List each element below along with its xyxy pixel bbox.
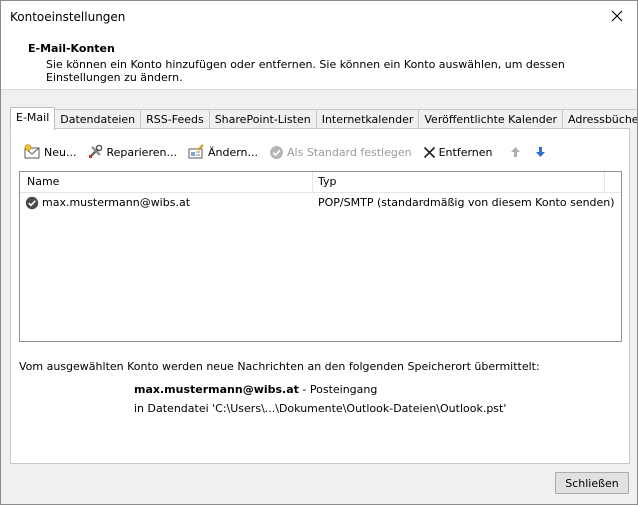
email-tab-panel: Neu... Reparieren... Ändern... Als Stand… bbox=[10, 128, 630, 464]
new-account-button[interactable]: Neu... bbox=[20, 142, 80, 162]
set-default-button[interactable]: Als Standard festlegen bbox=[265, 142, 416, 162]
tab-email[interactable]: E-Mail bbox=[10, 107, 56, 130]
header-title: E-Mail-Konten bbox=[28, 42, 115, 55]
close-window-button[interactable] bbox=[603, 4, 631, 28]
tab-published-calendars[interactable]: Veröffentlichte Kalender bbox=[418, 109, 563, 129]
remove-account-button[interactable]: Entfernen bbox=[419, 142, 497, 162]
change-account-button[interactable]: Ändern... bbox=[184, 142, 262, 162]
title-bar: Kontoeinstellungen bbox=[1, 1, 637, 31]
arrow-down-icon bbox=[535, 147, 545, 157]
delivery-account: max.mustermann@wibs.at bbox=[134, 383, 299, 396]
move-up-button[interactable] bbox=[506, 142, 528, 162]
tools-icon bbox=[89, 144, 103, 158]
repair-account-button[interactable]: Reparieren... bbox=[83, 142, 181, 162]
close-button[interactable]: Schließen bbox=[555, 472, 629, 494]
delivery-datafile: in Datendatei 'C:\Users\...\Dokumente\Ou… bbox=[134, 402, 507, 415]
column-separator[interactable] bbox=[604, 172, 605, 192]
column-separator[interactable] bbox=[312, 172, 313, 192]
check-circle-icon bbox=[270, 145, 284, 159]
repair-account-label: Reparieren... bbox=[106, 145, 177, 159]
tab-strip: E-Mail Datendateien RSS-Feeds SharePoint… bbox=[10, 107, 637, 130]
column-header-name[interactable]: Name bbox=[27, 175, 59, 188]
table-row[interactable]: max.mustermann@wibs.at POP/SMTP (standar… bbox=[20, 194, 621, 212]
delivery-description: Vom ausgewählten Konto werden neue Nachr… bbox=[19, 360, 540, 373]
account-settings-dialog: Kontoeinstellungen E-Mail-Konten Sie kön… bbox=[0, 0, 638, 505]
arrow-up-icon bbox=[510, 147, 520, 157]
move-down-button[interactable] bbox=[531, 142, 553, 162]
new-account-label: Neu... bbox=[44, 145, 77, 159]
set-default-label: Als Standard festlegen bbox=[287, 145, 412, 159]
account-type-cell: POP/SMTP (standardmäßig von diesem Konto… bbox=[318, 196, 615, 209]
list-header: Name Typ bbox=[20, 172, 621, 193]
remove-account-label: Entfernen bbox=[438, 145, 493, 159]
column-header-type[interactable]: Typ bbox=[318, 175, 337, 188]
tab-sharepoint-lists[interactable]: SharePoint-Listen bbox=[208, 109, 317, 129]
edit-card-icon bbox=[188, 144, 204, 159]
close-icon bbox=[611, 10, 623, 22]
account-name-cell: max.mustermann@wibs.at bbox=[42, 196, 191, 209]
header-description: Sie können ein Konto hinzufügen oder ent… bbox=[46, 58, 565, 84]
dialog-header: E-Mail-Konten Sie können ein Konto hinzu… bbox=[1, 31, 637, 90]
tab-internet-calendars[interactable]: Internetkalender bbox=[315, 109, 420, 129]
account-toolbar: Neu... Reparieren... Ändern... Als Stand… bbox=[20, 142, 556, 162]
change-account-label: Ändern... bbox=[207, 145, 259, 159]
new-envelope-icon bbox=[24, 144, 40, 159]
account-list[interactable]: Name Typ max.mustermann@wibs.at POP/SMTP… bbox=[19, 171, 622, 342]
default-account-check-icon bbox=[25, 196, 39, 210]
delivery-location: max.mustermann@wibs.at - Posteingang bbox=[134, 383, 377, 396]
x-icon bbox=[423, 146, 435, 158]
tab-rss-feeds[interactable]: RSS-Feeds bbox=[140, 109, 210, 129]
window-title: Kontoeinstellungen bbox=[10, 10, 126, 24]
delivery-folder: - Posteingang bbox=[298, 383, 378, 396]
tab-address-books[interactable]: Adressbücher bbox=[562, 109, 637, 129]
tab-data-files[interactable]: Datendateien bbox=[54, 109, 142, 129]
